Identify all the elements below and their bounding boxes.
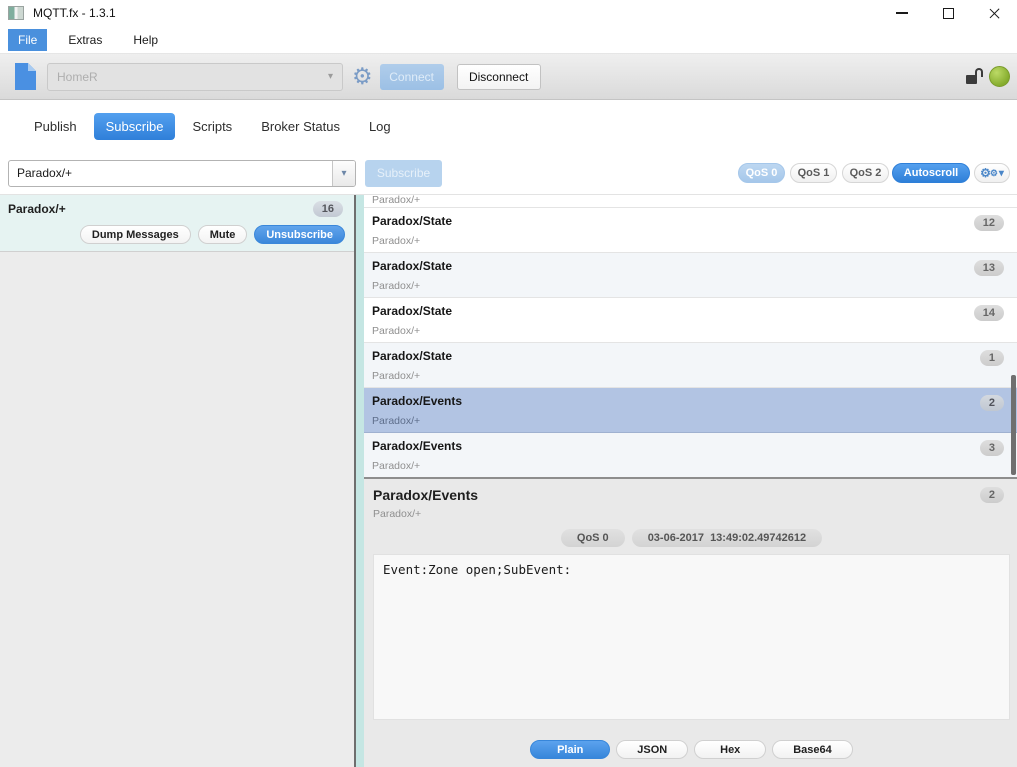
connection-settings-gear-icon[interactable]: ⚙	[352, 65, 373, 88]
format-button-json[interactable]: JSON	[616, 740, 688, 759]
message-subtopic: Paradox/+	[372, 235, 1009, 247]
maximize-icon	[943, 8, 954, 19]
message-topic: Paradox/State	[372, 214, 1009, 228]
format-button-plain[interactable]: Plain	[530, 740, 610, 759]
subscriptions-panel: Paradox/+ 16 Dump Messages Mute Unsubscr…	[0, 195, 356, 767]
title-bar: MQTT.fx - 1.3.1	[0, 0, 1017, 26]
topic-value: Paradox/+	[9, 161, 332, 186]
dump-messages-button[interactable]: Dump Messages	[80, 225, 191, 244]
detail-topic: Paradox/Events	[373, 487, 478, 503]
qos-button-qos-2[interactable]: QoS 2	[842, 163, 889, 183]
topic-input[interactable]: Paradox/+ ▾	[8, 160, 356, 187]
message-count-badge: 3	[980, 440, 1004, 456]
app-icon	[8, 6, 24, 20]
menu-item-file[interactable]: File	[8, 29, 47, 51]
disconnect-button[interactable]: Disconnect	[457, 64, 541, 90]
message-topic: Paradox/State	[372, 304, 1009, 318]
qos-button-qos-1[interactable]: QoS 1	[790, 163, 837, 183]
subscription-options-button[interactable]: ⚙⚙▾	[974, 163, 1010, 183]
qos-group: QoS 0QoS 1QoS 2	[738, 163, 889, 183]
message-subtopic: Paradox/+	[372, 280, 1009, 292]
new-profile-icon[interactable]	[14, 62, 37, 91]
message-row[interactable]: Paradox/State14 Paradox/+	[364, 298, 1017, 343]
message-topic: Paradox/Events	[372, 439, 1009, 453]
message-count-badge: 12	[974, 215, 1004, 231]
close-icon	[988, 7, 1001, 20]
message-row[interactable]: Paradox/Events3 Paradox/+	[364, 433, 1017, 478]
subscribe-controls: Paradox/+ ▾ Subscribe QoS 0QoS 1QoS 2 Au…	[0, 152, 1017, 195]
menu-item-extras[interactable]: Extras	[58, 29, 112, 51]
detail-timestamp: 03-06-2017 13:49:02.49742612	[632, 529, 822, 547]
message-topic: Paradox/State	[372, 349, 1009, 363]
message-count-badge: 1	[980, 350, 1004, 366]
topic-dropdown-button[interactable]: ▾	[332, 161, 355, 186]
connect-button[interactable]: Connect	[380, 64, 444, 90]
subscription-color-stripe	[356, 195, 364, 767]
menu-bar: File Extras Help	[0, 26, 1017, 53]
message-topic: Paradox/State	[372, 259, 1009, 273]
format-button-base64[interactable]: Base64	[772, 740, 853, 759]
window-controls	[879, 0, 1017, 26]
tab-subscribe[interactable]: Subscribe	[94, 113, 176, 140]
message-detail: Paradox/Events 2 Paradox/+ QoS 0 03-06-2…	[364, 479, 1017, 767]
message-subtopic: Paradox/+	[372, 370, 1009, 382]
message-row[interactable]: Paradox/State13 Paradox/+	[364, 253, 1017, 298]
qos-button-qos-0[interactable]: QoS 0	[738, 163, 785, 183]
message-count-badge: 14	[974, 305, 1004, 321]
main-tabs: PublishSubscribeScriptsBroker StatusLog	[0, 100, 1017, 152]
minimize-icon	[896, 12, 908, 14]
subscription-count-badge: 16	[313, 201, 343, 217]
payload-text: Event:Zone open;SubEvent:	[373, 554, 1010, 720]
tab-broker-status[interactable]: Broker Status	[249, 113, 352, 140]
message-row[interactable]: Paradox/State12 Paradox/+	[364, 208, 1017, 253]
detail-count-badge: 2	[980, 487, 1004, 503]
message-subtopic: Paradox/+	[372, 460, 1009, 472]
format-button-hex[interactable]: Hex	[694, 740, 766, 759]
mute-button[interactable]: Mute	[198, 225, 248, 244]
payload-format-buttons: Plain JSON Hex Base64	[373, 740, 1010, 759]
messages-panel: Paradox/+Paradox/State12Paradox/+Paradox…	[364, 195, 1017, 767]
chevron-down-icon: ▾	[328, 71, 333, 82]
profile-value: HomeR	[57, 70, 98, 84]
message-row[interactable]: Paradox/State1 Paradox/+	[364, 343, 1017, 388]
detail-subtopic: Paradox/+	[373, 508, 1010, 520]
connection-status-icon	[989, 66, 1010, 87]
close-button[interactable]	[971, 0, 1017, 26]
chevron-down-icon: ▾	[341, 168, 346, 179]
tab-log[interactable]: Log	[357, 113, 403, 140]
subscription-item[interactable]: Paradox/+ 16 Dump Messages Mute Unsubscr…	[0, 195, 354, 252]
subscription-topic: Paradox/+	[8, 202, 66, 216]
detail-qos-badge: QoS 0	[561, 529, 625, 547]
scrollbar-thumb[interactable]	[1011, 375, 1016, 475]
profile-select[interactable]: HomeR ▾	[47, 63, 343, 91]
gear-icon: ⚙	[990, 168, 998, 179]
message-count-badge: 2	[980, 395, 1004, 411]
message-count-badge: 13	[974, 260, 1004, 276]
maximize-button[interactable]	[925, 0, 971, 26]
tab-publish[interactable]: Publish	[22, 113, 89, 140]
message-subtopic: Paradox/+	[372, 415, 1009, 427]
message-row[interactable]: Paradox/Events2 Paradox/+	[364, 388, 1017, 433]
tab-scripts[interactable]: Scripts	[180, 113, 244, 140]
menu-item-help[interactable]: Help	[123, 29, 168, 51]
subscribe-button[interactable]: Subscribe	[365, 160, 442, 187]
message-subtopic: Paradox/+	[372, 195, 420, 206]
window-title: MQTT.fx - 1.3.1	[33, 6, 116, 20]
autoscroll-button[interactable]: Autoscroll	[892, 163, 970, 183]
chevron-down-icon: ▾	[999, 168, 1004, 179]
message-topic: Paradox/Events	[372, 394, 1009, 408]
lock-open-icon	[966, 68, 984, 85]
message-row[interactable]: Paradox/+	[364, 195, 1017, 208]
message-list: Paradox/+Paradox/State12Paradox/+Paradox…	[364, 195, 1017, 479]
mqttfx-window: MQTT.fx - 1.3.1 File Extras Help HomeR ▾ ⚙…	[0, 0, 1017, 767]
connection-toolbar: HomeR ▾ ⚙ Connect Disconnect	[0, 53, 1017, 100]
minimize-button[interactable]	[879, 0, 925, 26]
unsubscribe-button[interactable]: Unsubscribe	[254, 225, 345, 244]
main-area: Paradox/+ 16 Dump Messages Mute Unsubscr…	[0, 195, 1017, 767]
message-subtopic: Paradox/+	[372, 325, 1009, 337]
